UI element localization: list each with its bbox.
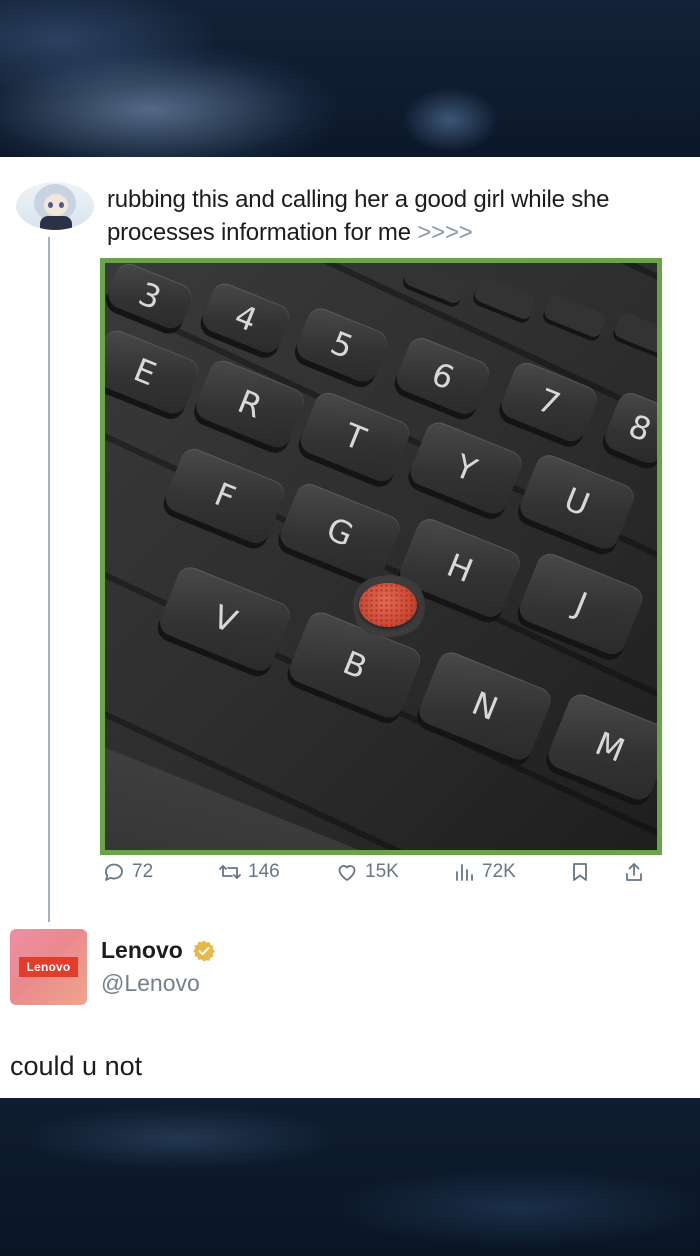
tweet-photo[interactable]: 3 4 5 6 7 8 E R T Y U F G H J V B N M <box>100 258 662 855</box>
views-button[interactable]: 72K <box>452 857 516 887</box>
verified-icon <box>193 940 215 962</box>
retweet-button[interactable]: 146 <box>218 857 280 887</box>
tweet-body: rubbing this and calling her a good girl… <box>107 186 610 246</box>
views-icon <box>456 864 473 881</box>
tweet-thread-card: rubbing this and calling her a good girl… <box>0 157 700 1098</box>
background-top <box>0 0 700 157</box>
reply-count: 72 <box>132 861 154 882</box>
reply-button[interactable]: 72 <box>102 857 153 887</box>
tweet-text: rubbing this and calling her a good girl… <box>107 183 687 249</box>
reply-icon <box>105 863 123 881</box>
user-avatar[interactable] <box>16 182 94 230</box>
reply-author-handle[interactable]: @Lenovo <box>101 970 200 997</box>
retweet-count: 146 <box>248 861 280 882</box>
reply-author-name[interactable]: Lenovo <box>101 937 183 964</box>
retweet-icon <box>219 865 241 879</box>
like-icon <box>338 865 356 881</box>
bookmark-icon <box>573 863 587 881</box>
like-button[interactable]: 15K <box>335 857 399 887</box>
views-count: 72K <box>482 861 516 882</box>
trackpoint-nub <box>359 583 417 627</box>
like-count: 15K <box>365 861 399 882</box>
thread-line <box>48 237 50 922</box>
bookmark-button[interactable] <box>568 857 592 887</box>
reply-text: could u not <box>10 1051 143 1081</box>
background-bottom <box>0 1098 700 1256</box>
share-button[interactable] <box>622 857 646 887</box>
share-icon <box>626 863 642 881</box>
tweet-action-bar: 72 146 15K 72K <box>100 857 660 887</box>
tweet-arrows: >>>> <box>417 219 473 246</box>
lenovo-avatar[interactable]: Lenovo <box>10 929 87 1005</box>
lenovo-logo: Lenovo <box>19 957 78 977</box>
